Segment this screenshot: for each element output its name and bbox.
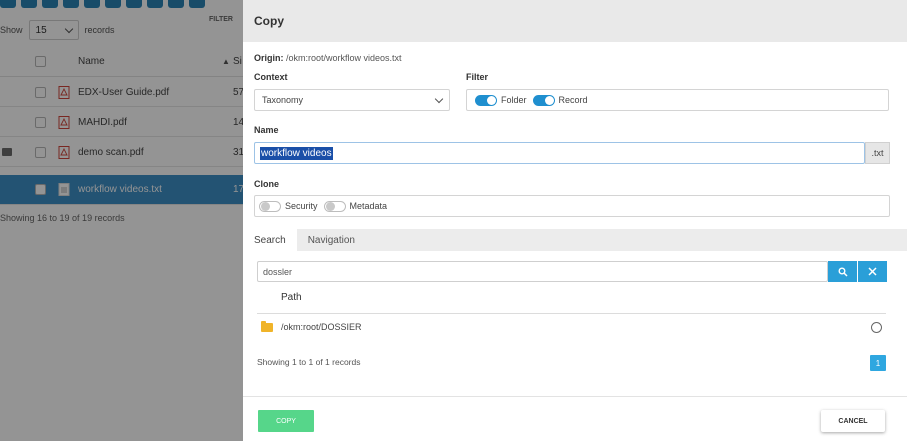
security-toggle-label: Security xyxy=(285,201,318,211)
search-input-value: dossler xyxy=(263,266,293,277)
clone-options: Security Metadata xyxy=(254,195,890,217)
search-button[interactable] xyxy=(828,261,857,282)
copy-button[interactable]: COPY xyxy=(258,410,314,432)
close-icon xyxy=(868,267,877,276)
context-select[interactable]: Taxonomy xyxy=(254,89,450,111)
name-label: Name xyxy=(254,125,279,135)
folder-toggle-label: Folder xyxy=(501,95,527,105)
page-button[interactable]: 1 xyxy=(870,355,886,371)
search-icon xyxy=(838,267,848,277)
result-path[interactable]: /okm:root/DOSSIER xyxy=(281,322,362,332)
modal-backdrop[interactable] xyxy=(0,0,243,441)
security-toggle[interactable] xyxy=(259,200,281,212)
context-value: Taxonomy xyxy=(262,95,304,105)
tab-search[interactable]: Search xyxy=(243,229,297,251)
name-input[interactable]: workflow videos xyxy=(254,142,865,164)
clear-search-button[interactable] xyxy=(858,261,887,282)
metadata-toggle[interactable] xyxy=(323,200,346,212)
search-input[interactable]: dossler xyxy=(257,261,828,282)
dialog-header: Copy xyxy=(243,0,907,42)
dialog-title: Copy xyxy=(254,14,284,28)
results-summary: Showing 1 to 1 of 1 records xyxy=(257,357,361,367)
folder-toggle[interactable] xyxy=(475,94,497,106)
tab-bar: Search Navigation xyxy=(243,229,907,251)
result-radio[interactable] xyxy=(871,322,882,333)
origin: Origin: /okm:root/workflow videos.txt xyxy=(254,53,402,63)
cancel-button[interactable]: CANCEL xyxy=(821,410,885,432)
record-toggle-label: Record xyxy=(558,95,588,105)
metadata-toggle-label: Metadata xyxy=(349,201,388,211)
context-label: Context xyxy=(254,72,288,82)
divider xyxy=(243,396,907,397)
extension-addon: .txt xyxy=(865,142,890,164)
tab-navigation[interactable]: Navigation xyxy=(297,229,366,251)
copy-dialog: Copy Origin: /okm:root/workflow videos.t… xyxy=(243,0,907,441)
divider xyxy=(257,313,886,314)
chevron-down-icon xyxy=(434,94,444,103)
path-column-header: Path xyxy=(281,292,302,303)
folder-icon xyxy=(261,321,273,332)
filter-options: Folder Record xyxy=(466,89,889,111)
record-toggle[interactable] xyxy=(532,94,555,106)
clone-label: Clone xyxy=(254,179,280,189)
name-input-value: workflow videos xyxy=(260,146,333,160)
origin-path: /okm:root/workflow videos.txt xyxy=(286,53,402,63)
origin-label: Origin: xyxy=(254,53,284,63)
filter-label: Filter xyxy=(466,72,489,82)
